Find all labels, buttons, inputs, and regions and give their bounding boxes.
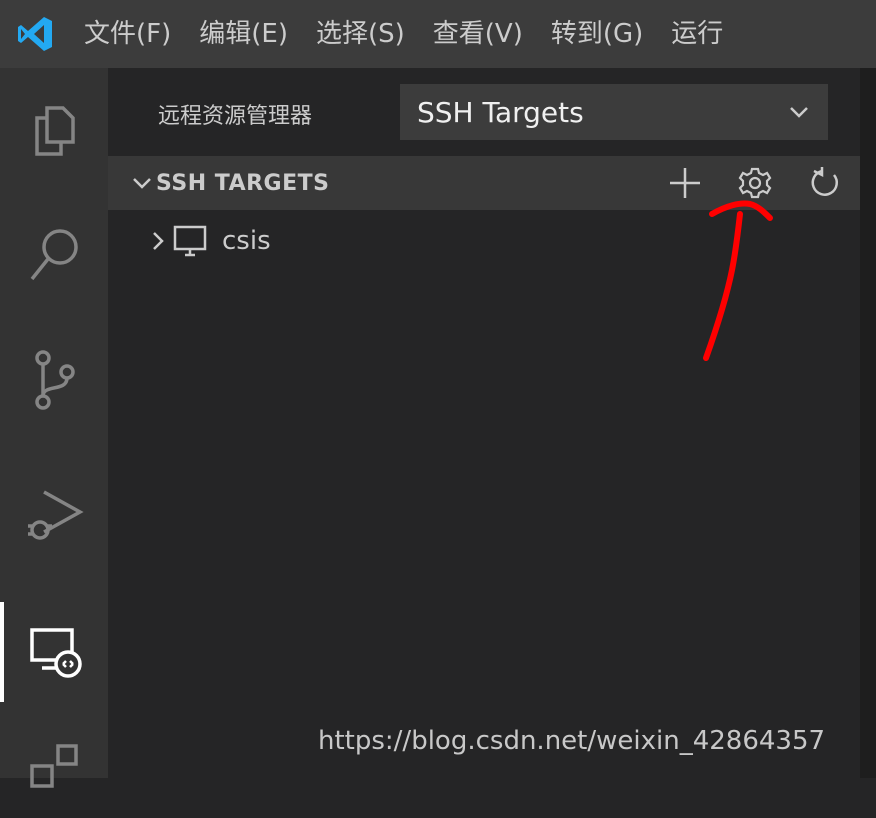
target-type-select[interactable]: SSH Targets (400, 84, 828, 140)
menu-selection[interactable]: 选择(S) (302, 0, 419, 68)
refresh-icon[interactable] (790, 156, 860, 210)
add-icon[interactable] (650, 156, 720, 210)
explorer-header: 远程资源管理器 SSH Targets (108, 68, 860, 156)
editor-edge (860, 68, 876, 778)
remote-explorer-icon[interactable] (0, 602, 108, 702)
extensions-icon[interactable] (0, 718, 108, 818)
section-title: SSH TARGETS (156, 170, 330, 196)
ssh-targets-section-header[interactable]: SSH TARGETS (108, 156, 860, 210)
run-debug-icon[interactable] (0, 464, 108, 564)
chevron-down-icon (108, 177, 156, 189)
menu-edit[interactable]: 编辑(E) (185, 0, 302, 68)
chevron-down-icon (771, 106, 827, 118)
remote-explorer-sidebar: 远程资源管理器 SSH Targets SSH TARGETS csis (108, 68, 860, 778)
search-icon[interactable] (0, 206, 108, 306)
target-select-value: SSH Targets (417, 95, 584, 129)
gear-icon[interactable] (720, 156, 790, 210)
title-bar: 文件(F) 编辑(E) 选择(S) 查看(V) 转到(G) 运行 (0, 0, 876, 68)
section-actions (650, 156, 860, 210)
menu-file[interactable]: 文件(F) (70, 0, 185, 68)
menu-bar: 文件(F) 编辑(E) 选择(S) 查看(V) 转到(G) 运行 (70, 0, 737, 68)
source-control-icon[interactable] (0, 330, 108, 430)
watermark: https://blog.csdn.net/weixin_42864357 (318, 726, 826, 756)
monitor-icon (172, 225, 208, 257)
activity-bar (0, 68, 108, 788)
tree-item-label: csis (222, 226, 271, 256)
menu-run[interactable]: 运行 (657, 0, 737, 68)
vscode-logo-icon (0, 0, 70, 68)
explorer-icon[interactable] (0, 80, 108, 180)
explorer-title: 远程资源管理器 (158, 104, 313, 129)
menu-view[interactable]: 查看(V) (419, 0, 537, 68)
chevron-right-icon (108, 231, 172, 251)
menu-go[interactable]: 转到(G) (537, 0, 657, 68)
tree-item-ssh-target[interactable]: csis (108, 218, 860, 264)
